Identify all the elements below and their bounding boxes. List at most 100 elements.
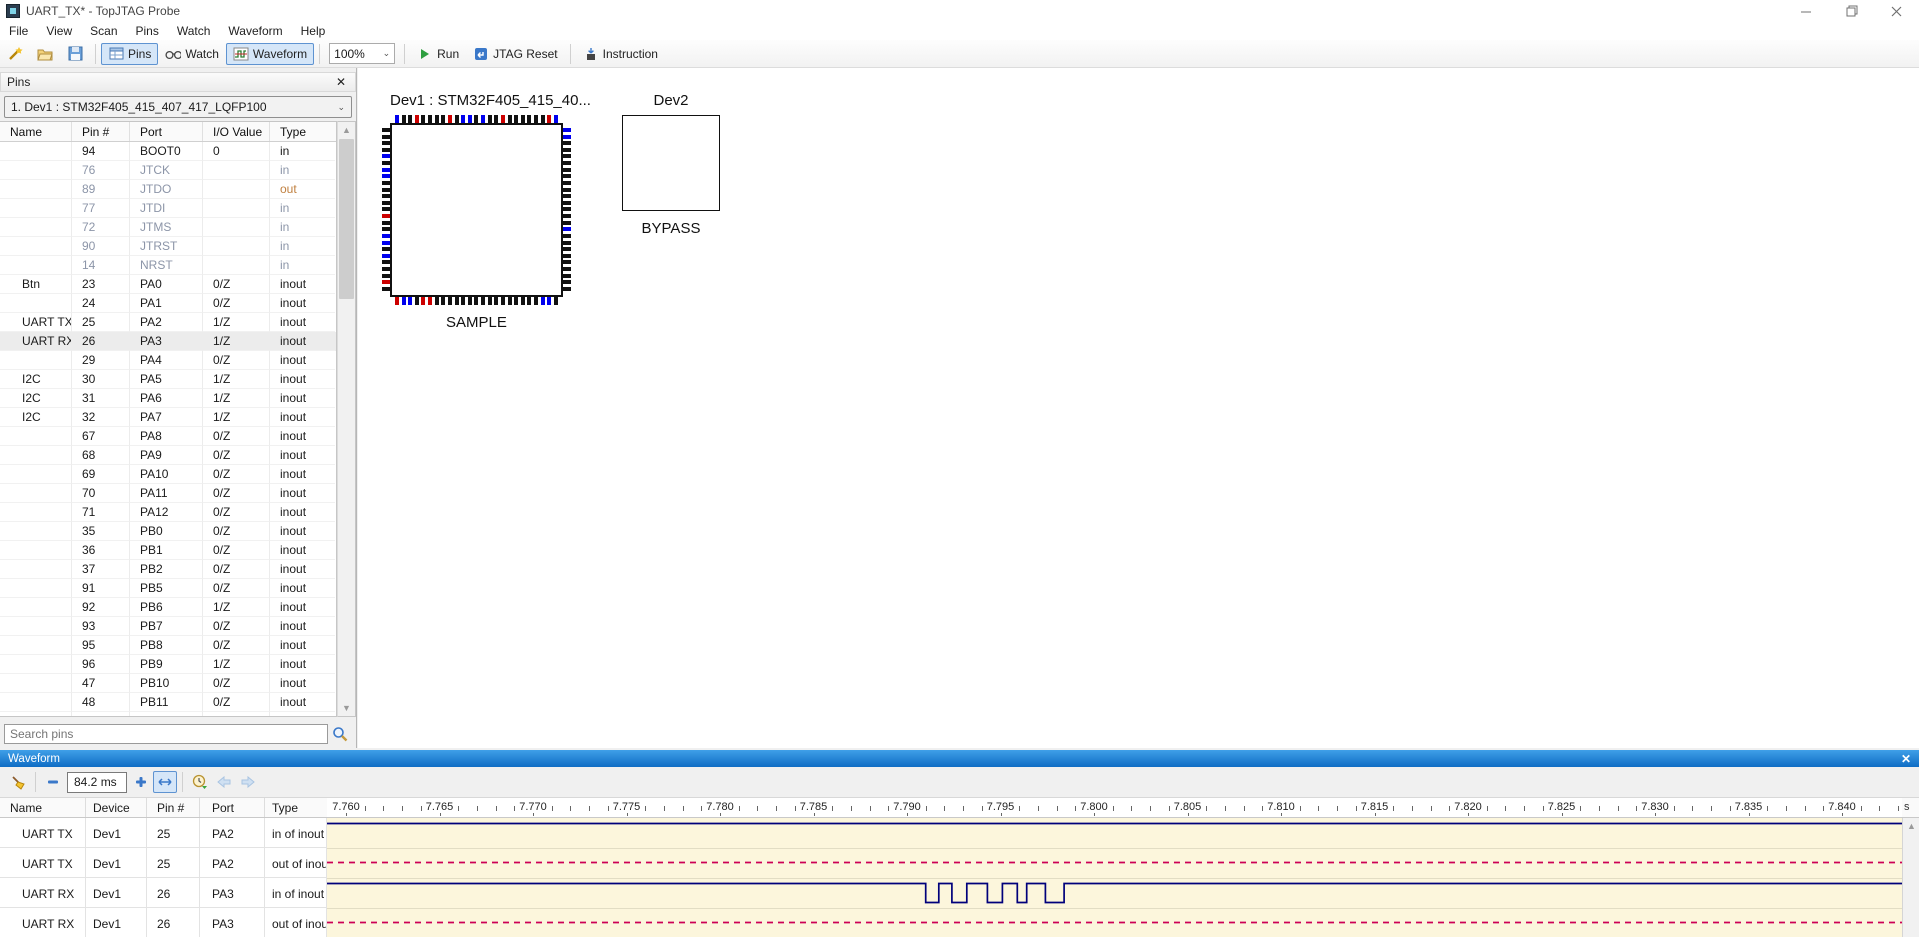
- pin-row-pa2[interactable]: UART TX25PA21/Zinout: [0, 313, 336, 332]
- chip-pin[interactable]: [541, 115, 545, 123]
- pin-row-pb5[interactable]: 91PB50/Zinout: [0, 579, 336, 598]
- chip-pin[interactable]: [563, 214, 571, 218]
- chip-pin[interactable]: [521, 115, 525, 123]
- chip-pin[interactable]: [563, 207, 571, 211]
- chip-pin[interactable]: [563, 234, 571, 238]
- jtag-reset-button[interactable]: JTAG Reset: [466, 43, 564, 65]
- waveform-toggle-button[interactable]: Waveform: [226, 43, 314, 65]
- chip-pin[interactable]: [441, 115, 445, 123]
- chip-pin[interactable]: [382, 181, 390, 185]
- chip-pin[interactable]: [508, 115, 512, 123]
- chip-pin[interactable]: [448, 115, 452, 123]
- chip-pin[interactable]: [563, 148, 571, 152]
- pin-row-pa7[interactable]: I2C32PA71/Zinout: [0, 408, 336, 427]
- chip-pin[interactable]: [382, 227, 390, 231]
- chip-pin[interactable]: [481, 115, 485, 123]
- pin-row-jtrst[interactable]: 90JTRSTin: [0, 237, 336, 256]
- pin-row-pb2[interactable]: 37PB20/Zinout: [0, 560, 336, 579]
- chip-pin[interactable]: [382, 221, 390, 225]
- chip-pin[interactable]: [382, 287, 390, 291]
- chip-pin[interactable]: [563, 260, 571, 264]
- pins-column-header[interactable]: Port: [130, 122, 203, 141]
- chip-pin[interactable]: [382, 247, 390, 251]
- chip-pin[interactable]: [448, 297, 452, 305]
- chip-pin[interactable]: [455, 297, 459, 305]
- chip-pin[interactable]: [421, 115, 425, 123]
- menu-item-watch[interactable]: Watch: [168, 22, 220, 40]
- instruction-button[interactable]: Instruction: [576, 43, 665, 65]
- chip-pin[interactable]: [488, 297, 492, 305]
- chip-pin[interactable]: [554, 115, 558, 123]
- chip-pin[interactable]: [382, 141, 390, 145]
- chip-pin[interactable]: [563, 254, 571, 258]
- chip-pin[interactable]: [541, 297, 545, 305]
- waveform-close-icon[interactable]: ✕: [1901, 752, 1911, 766]
- pin-row-pa5[interactable]: I2C30PA51/Zinout: [0, 370, 336, 389]
- time-scale-input[interactable]: 84.2 ms: [67, 772, 127, 793]
- chip-pin[interactable]: [563, 161, 571, 165]
- chip-pin[interactable]: [563, 194, 571, 198]
- chip-pin[interactable]: [382, 148, 390, 152]
- pin-row-pb11[interactable]: 48PB110/Zinout: [0, 693, 336, 712]
- chip-pin[interactable]: [494, 297, 498, 305]
- clear-waveform-button[interactable]: [6, 771, 30, 793]
- chip-pin[interactable]: [435, 297, 439, 305]
- chip-pin[interactable]: [563, 241, 571, 245]
- pin-row-jtck[interactable]: 76JTCKin: [0, 161, 336, 180]
- pin-row-boot0[interactable]: 94BOOT00in: [0, 142, 336, 161]
- pin-row-pa8[interactable]: 67PA80/Zinout: [0, 427, 336, 446]
- pins-column-header[interactable]: Name: [0, 122, 72, 141]
- pin-row-pa11[interactable]: 70PA110/Zinout: [0, 484, 336, 503]
- pin-row-pb0[interactable]: 35PB00/Zinout: [0, 522, 336, 541]
- pin-row-jtdo[interactable]: 89JTDOout: [0, 180, 336, 199]
- pins-panel-close-icon[interactable]: ✕: [333, 75, 349, 89]
- chip-pin[interactable]: [382, 161, 390, 165]
- device-selector[interactable]: 1. Dev1 : STM32F405_415_407_417_LQFP100 …: [4, 96, 352, 118]
- chip-pin[interactable]: [563, 227, 571, 231]
- probe-wand-button[interactable]: [0, 43, 30, 65]
- menu-item-view[interactable]: View: [37, 22, 81, 40]
- chip-pin[interactable]: [395, 115, 399, 123]
- pin-row-pb9[interactable]: 96PB91/Zinout: [0, 655, 336, 674]
- waveform-row-uart-tx-in[interactable]: UART TXDev125PA2in of inout: [0, 818, 327, 848]
- menu-item-help[interactable]: Help: [292, 22, 335, 40]
- scrollbar-thumb[interactable]: [339, 139, 354, 299]
- realtime-capture-button[interactable]: [188, 771, 212, 793]
- waveform-row-uart-rx-out[interactable]: UART RXDev126PA3out of inout: [0, 908, 327, 937]
- waveform-column-header[interactable]: Port: [200, 798, 265, 817]
- pin-row-pb1[interactable]: 36PB10/Zinout: [0, 541, 336, 560]
- chip-pin[interactable]: [481, 297, 485, 305]
- chip-pin[interactable]: [527, 115, 531, 123]
- pins-column-header[interactable]: Type: [270, 122, 335, 141]
- pin-row-pa9[interactable]: 68PA90/Zinout: [0, 446, 336, 465]
- chip-pin[interactable]: [441, 297, 445, 305]
- chip-pin[interactable]: [428, 115, 432, 123]
- waveform-column-header[interactable]: Device: [86, 798, 147, 817]
- chip-pin[interactable]: [461, 115, 465, 123]
- chip-pin[interactable]: [488, 115, 492, 123]
- chip-pin[interactable]: [382, 135, 390, 139]
- scroll-up-icon[interactable]: ▲: [1903, 818, 1919, 834]
- chip-pin[interactable]: [501, 115, 505, 123]
- chip-pin[interactable]: [534, 297, 538, 305]
- menu-item-pins[interactable]: Pins: [127, 22, 168, 40]
- waveform-column-header[interactable]: Pin #: [147, 798, 200, 817]
- fit-width-button[interactable]: [153, 771, 177, 793]
- waveform-row-uart-tx-out[interactable]: UART TXDev125PA2out of inout: [0, 848, 327, 878]
- chip-pin[interactable]: [554, 297, 558, 305]
- pin-row-pb10[interactable]: 47PB100/Zinout: [0, 674, 336, 693]
- chip-pin[interactable]: [563, 141, 571, 145]
- dev1-chip[interactable]: [390, 123, 563, 297]
- chip-pin[interactable]: [382, 267, 390, 271]
- chip-pin[interactable]: [563, 201, 571, 205]
- chip-pin[interactable]: [382, 201, 390, 205]
- waveform-column-header[interactable]: Name: [0, 798, 86, 817]
- timeline-ruler[interactable]: 7.7607.7657.7707.7757.7807.7857.7907.795…: [327, 798, 1902, 818]
- chip-pin[interactable]: [382, 214, 390, 218]
- chip-pin[interactable]: [563, 247, 571, 251]
- chip-pin[interactable]: [563, 168, 571, 172]
- scroll-up-icon[interactable]: ▲: [338, 122, 355, 138]
- chip-pin[interactable]: [563, 280, 571, 284]
- chip-pin[interactable]: [415, 115, 419, 123]
- restore-button[interactable]: [1829, 0, 1874, 22]
